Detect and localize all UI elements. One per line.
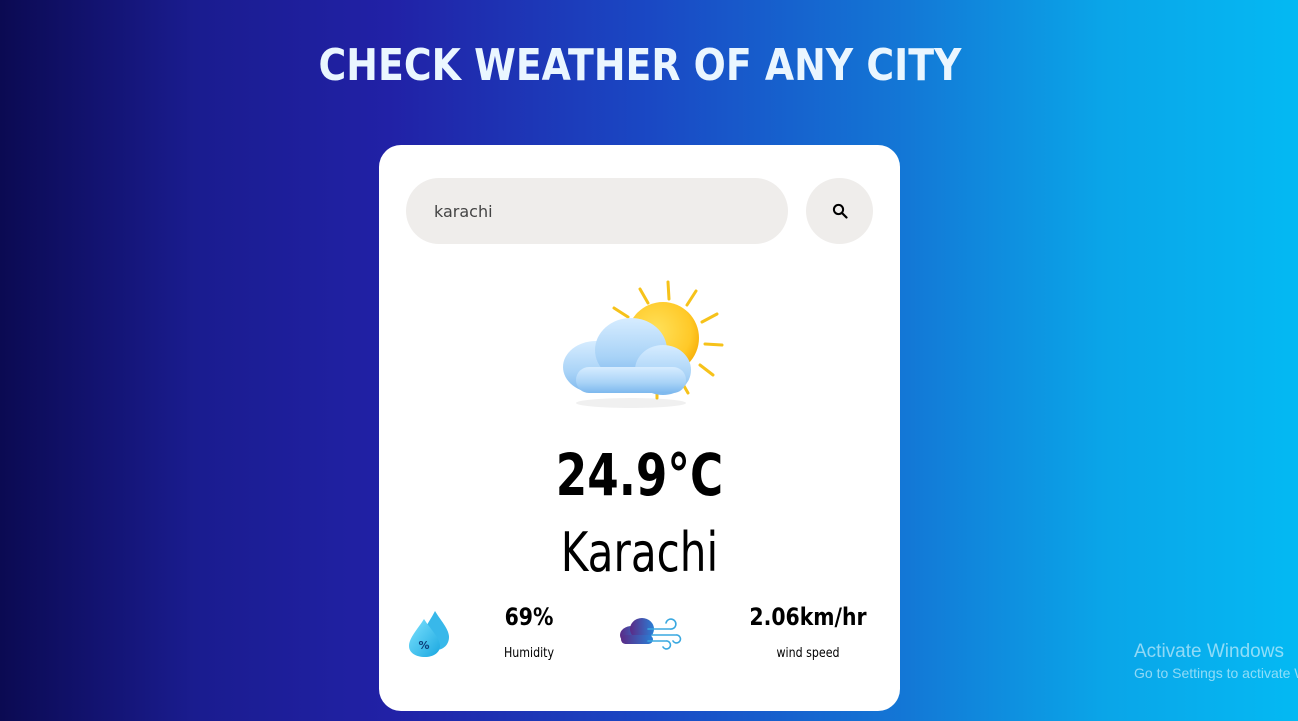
wind-icon (620, 618, 682, 650)
watermark-subtitle: Go to Settings to activate Windows. (1134, 665, 1298, 681)
watermark-title: Activate Windows (1134, 641, 1284, 662)
wind-speed-value: 2.06km/hr (749, 603, 867, 631)
humidity-value: 69% (504, 603, 554, 631)
activate-windows-watermark: Activate Windows Go to Settings to activ… (1134, 641, 1298, 681)
wind-speed-label: wind speed (776, 646, 840, 661)
city-name: Karachi (560, 521, 719, 584)
humidity-icon: % (409, 611, 449, 657)
humidity-label: Humidity (503, 646, 555, 661)
temperature: 24.9°C (555, 441, 724, 509)
svg-text:%: % (418, 639, 429, 652)
partly-cloudy-icon (563, 280, 724, 408)
page-title: CHECK WEATHER OF ANY CITY (318, 40, 962, 91)
search-button[interactable] (806, 178, 873, 244)
search-icon (832, 203, 848, 219)
weather-card: 24.9°C Karachi % 69% Humidity (379, 145, 900, 711)
search-input[interactable] (406, 178, 788, 244)
